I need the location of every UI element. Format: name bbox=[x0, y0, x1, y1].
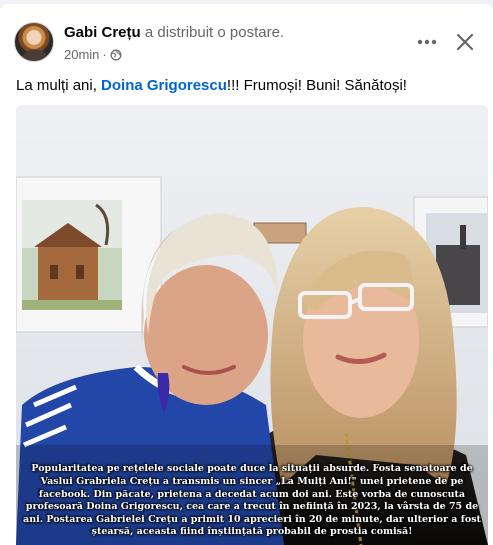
post-card: Gabi Crețu a distribuit o postare. 20min… bbox=[0, 4, 493, 545]
more-options-icon bbox=[417, 39, 437, 45]
post-text-before: La mulți ani, bbox=[16, 77, 102, 94]
timestamp-separator: · bbox=[102, 47, 107, 62]
close-button[interactable] bbox=[451, 28, 479, 56]
mention-link[interactable]: Doina Grigorescu bbox=[101, 77, 227, 94]
author-name-link[interactable]: Gabi Crețu bbox=[64, 24, 141, 41]
globe-icon[interactable] bbox=[110, 49, 122, 61]
post-timestamp-row: 20min · bbox=[64, 46, 284, 64]
share-action-text: a distribuit o postare. bbox=[144, 24, 285, 41]
post-header: Gabi Crețu a distribuit o postare. 20min… bbox=[14, 22, 481, 66]
close-icon bbox=[456, 33, 474, 51]
photo-caption: Popularitatea pe rețelele sociale poate … bbox=[23, 463, 481, 538]
post-message: La mulți ani, Doina Grigorescu!!! Frumoș… bbox=[16, 76, 481, 96]
post-timestamp[interactable]: 20min bbox=[64, 46, 99, 64]
post-attribution: Gabi Crețu a distribuit o postare. bbox=[64, 23, 284, 43]
post-meta: Gabi Crețu a distribuit o postare. 20min… bbox=[64, 23, 284, 64]
left-painting bbox=[16, 176, 162, 333]
more-options-button[interactable] bbox=[413, 28, 441, 56]
post-photo[interactable]: Popularitatea pe rețelele sociale poate … bbox=[16, 105, 488, 545]
avatar-shirt bbox=[21, 50, 49, 61]
post-text-after: !!! Frumoși! Buni! Sănătoși! bbox=[226, 77, 407, 94]
author-avatar[interactable] bbox=[14, 22, 54, 62]
